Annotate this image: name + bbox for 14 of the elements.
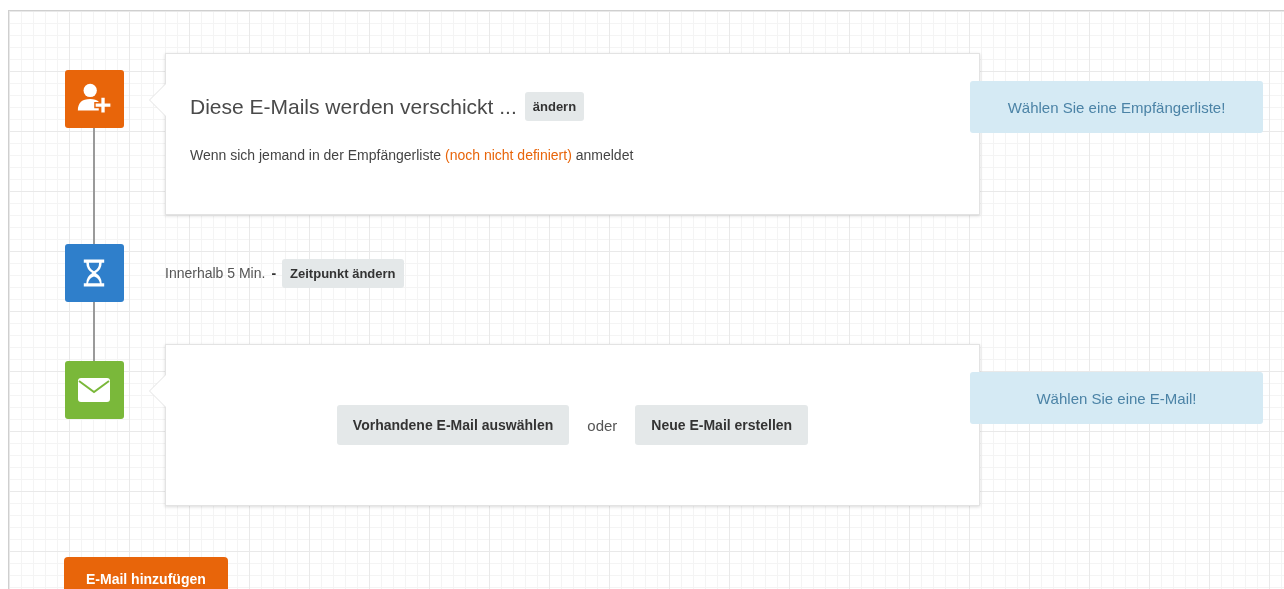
- step-title: Diese E-Mails werden verschickt ...: [190, 94, 517, 119]
- step-description: Wenn sich jemand in der Empfängerliste (noch nicht definiert) anmeldet: [190, 147, 635, 163]
- choose-email-button[interactable]: Vorhandene E-Mail auswählen: [336, 405, 570, 445]
- hint-box: Wählen Sie eine E-Mail!: [970, 372, 1263, 424]
- envelope-icon[interactable]: [64, 361, 124, 419]
- separator: -: [271, 265, 277, 281]
- hint-box: Wählen Sie eine Empfängerliste!: [970, 81, 1263, 133]
- edit-button[interactable]: ändern: [524, 92, 585, 121]
- delay-label: Innerhalb 5 Min.: [165, 265, 266, 281]
- change-time-button[interactable]: Zeitpunkt ändern: [282, 258, 404, 288]
- new-email-button[interactable]: Neue E-Mail erstellen: [635, 405, 809, 445]
- add-user-icon[interactable]: [64, 70, 124, 128]
- hourglass-icon[interactable]: [64, 244, 124, 302]
- or-label: oder: [587, 416, 618, 434]
